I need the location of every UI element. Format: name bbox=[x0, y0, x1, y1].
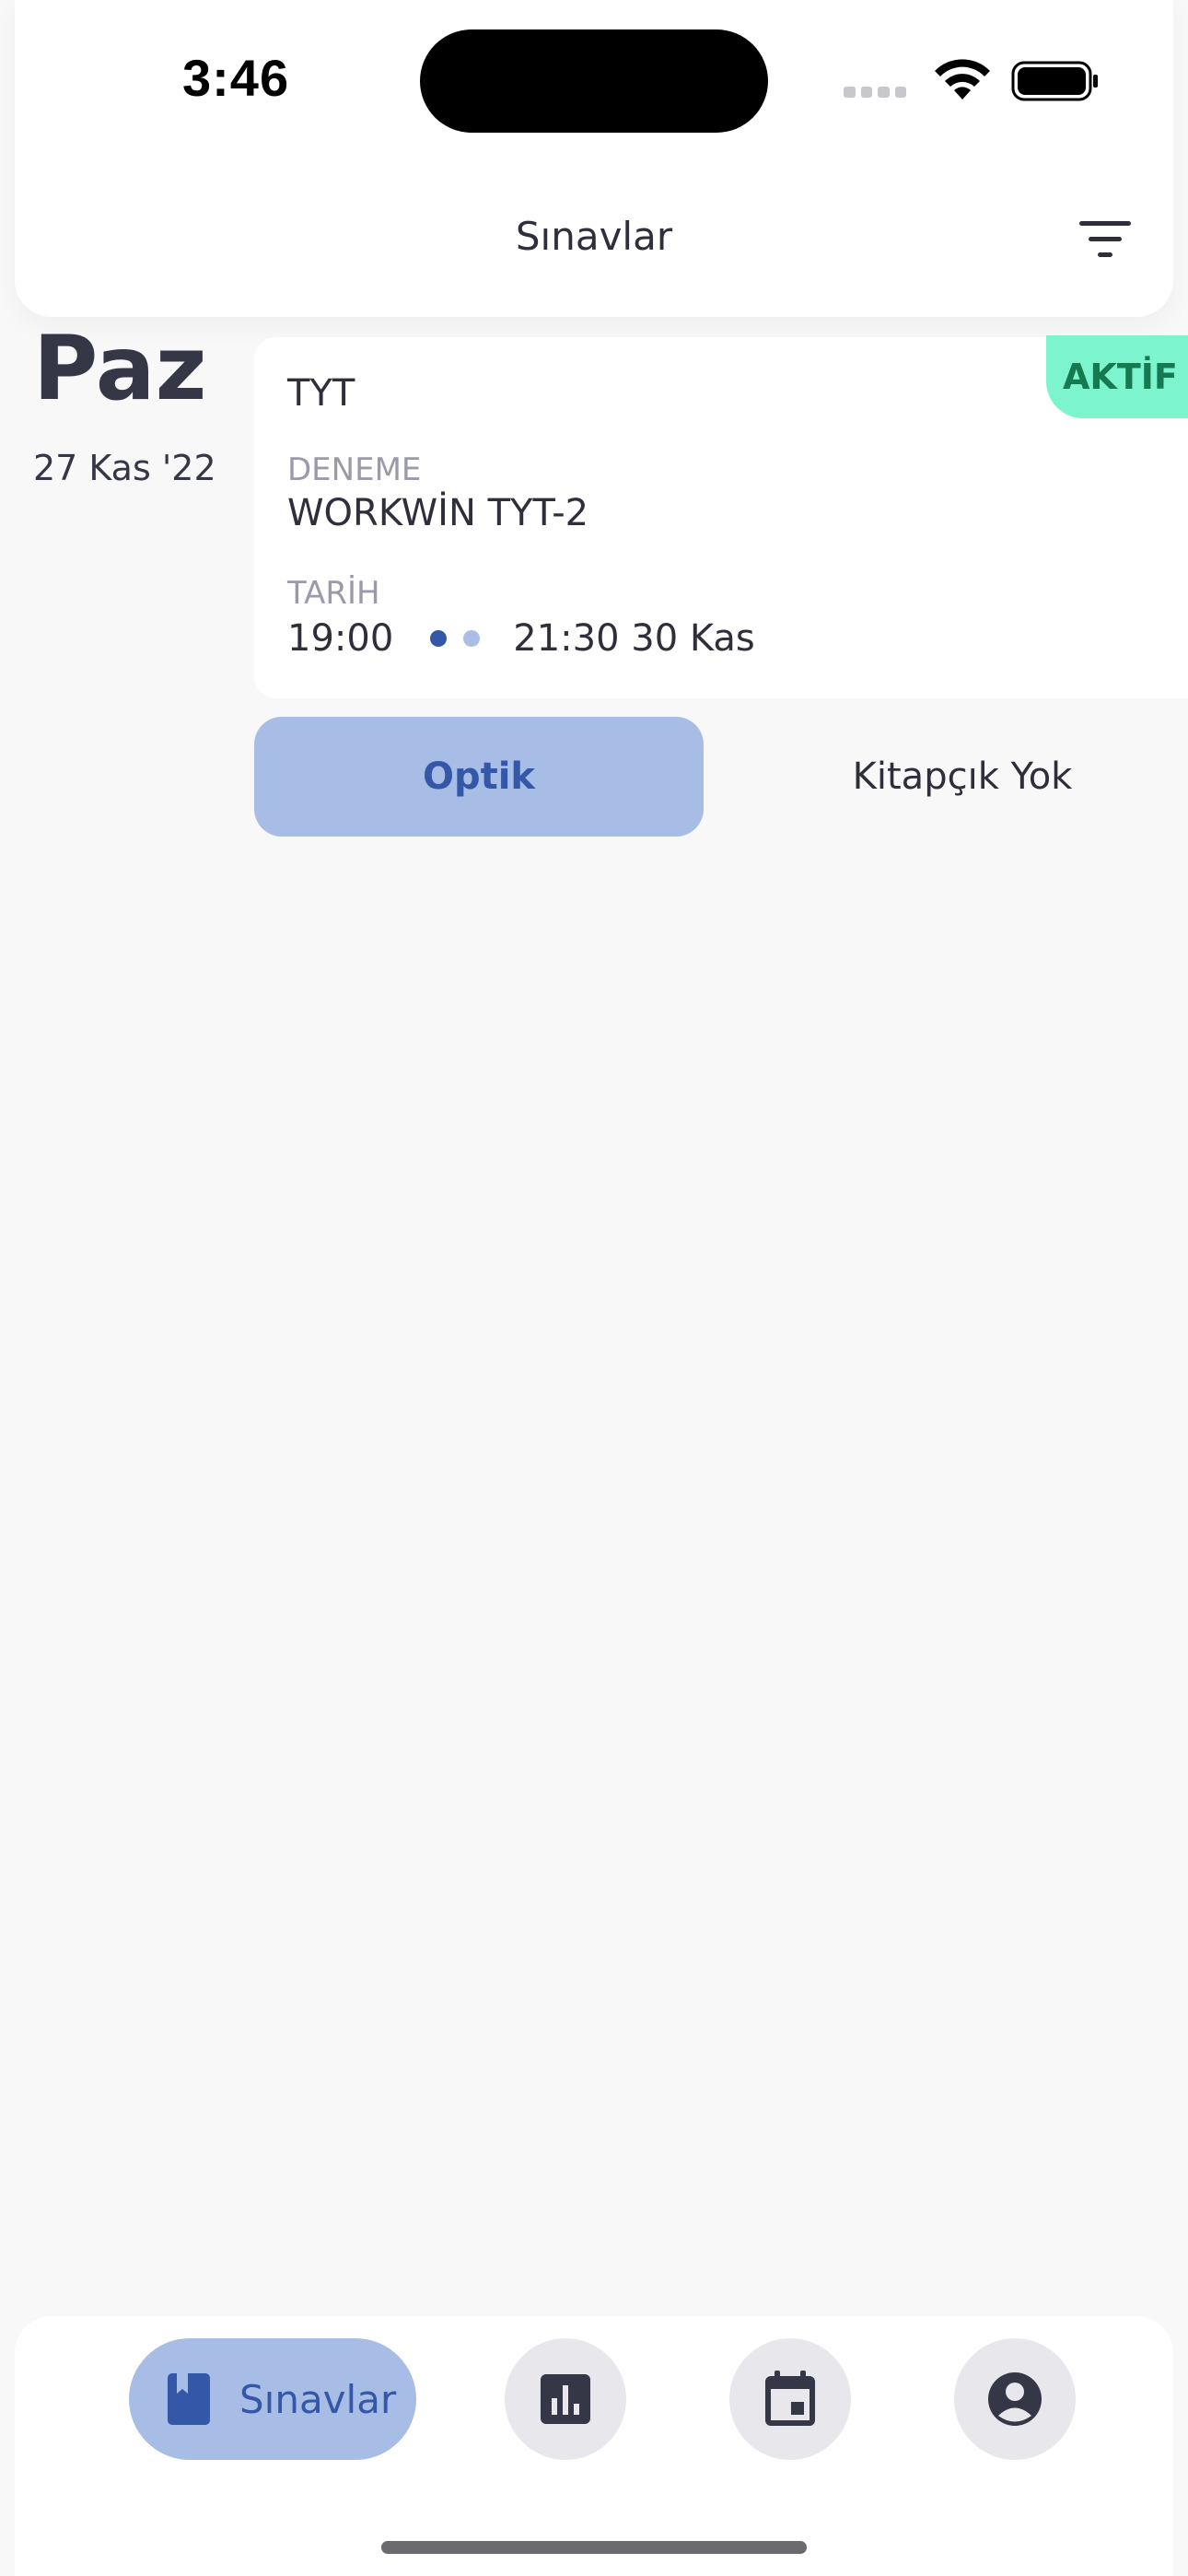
nav-item-sinavlar[interactable]: Sınavlar bbox=[129, 2338, 416, 2460]
filter-icon bbox=[1079, 221, 1131, 257]
calendar-icon bbox=[765, 2371, 815, 2426]
nav-item-statistics[interactable] bbox=[505, 2338, 626, 2460]
account-circle-icon bbox=[988, 2372, 1042, 2426]
range-dot-start bbox=[430, 630, 448, 647]
exam-day-column: Paz 27 Kas '22 bbox=[33, 324, 216, 488]
day-date: 27 Kas '22 bbox=[33, 448, 216, 488]
home-indicator[interactable] bbox=[381, 2541, 807, 2554]
exam-time-range: 19:00 21:30 30 Kas bbox=[287, 617, 755, 660]
dynamic-island bbox=[420, 29, 768, 133]
status-time: 3:46 bbox=[182, 49, 290, 107]
book-icon bbox=[168, 2373, 210, 2425]
booklet-status: Kitapçık Yok bbox=[852, 755, 1073, 798]
bottom-navigation: Sınavlar bbox=[15, 2316, 1173, 2576]
tarih-label: TARİH bbox=[287, 575, 380, 612]
cellular-signal-icon bbox=[844, 87, 906, 98]
bar-chart-icon bbox=[541, 2374, 590, 2424]
range-dot-end bbox=[463, 630, 481, 647]
nav-item-label: Sınavlar bbox=[239, 2376, 397, 2422]
exam-type: TYT bbox=[287, 372, 355, 415]
day-name: Paz bbox=[33, 317, 207, 420]
nav-item-calendar[interactable] bbox=[729, 2338, 851, 2460]
end-time: 21:30 30 Kas bbox=[513, 617, 755, 660]
start-time: 19:00 bbox=[287, 617, 394, 660]
status-badge: AKTİF bbox=[1046, 335, 1188, 418]
page-title: Sınavlar bbox=[515, 214, 673, 259]
optik-button[interactable]: Optik bbox=[254, 717, 704, 837]
filter-button[interactable] bbox=[1072, 214, 1138, 265]
deneme-label: DENEME bbox=[287, 451, 422, 488]
wifi-icon bbox=[935, 59, 990, 100]
battery-icon bbox=[1011, 61, 1098, 101]
deneme-value: WORKWİN TYT-2 bbox=[287, 492, 589, 534]
app-header: 3:46 Sınavlar bbox=[15, 0, 1173, 317]
nav-item-profile[interactable] bbox=[954, 2338, 1076, 2460]
